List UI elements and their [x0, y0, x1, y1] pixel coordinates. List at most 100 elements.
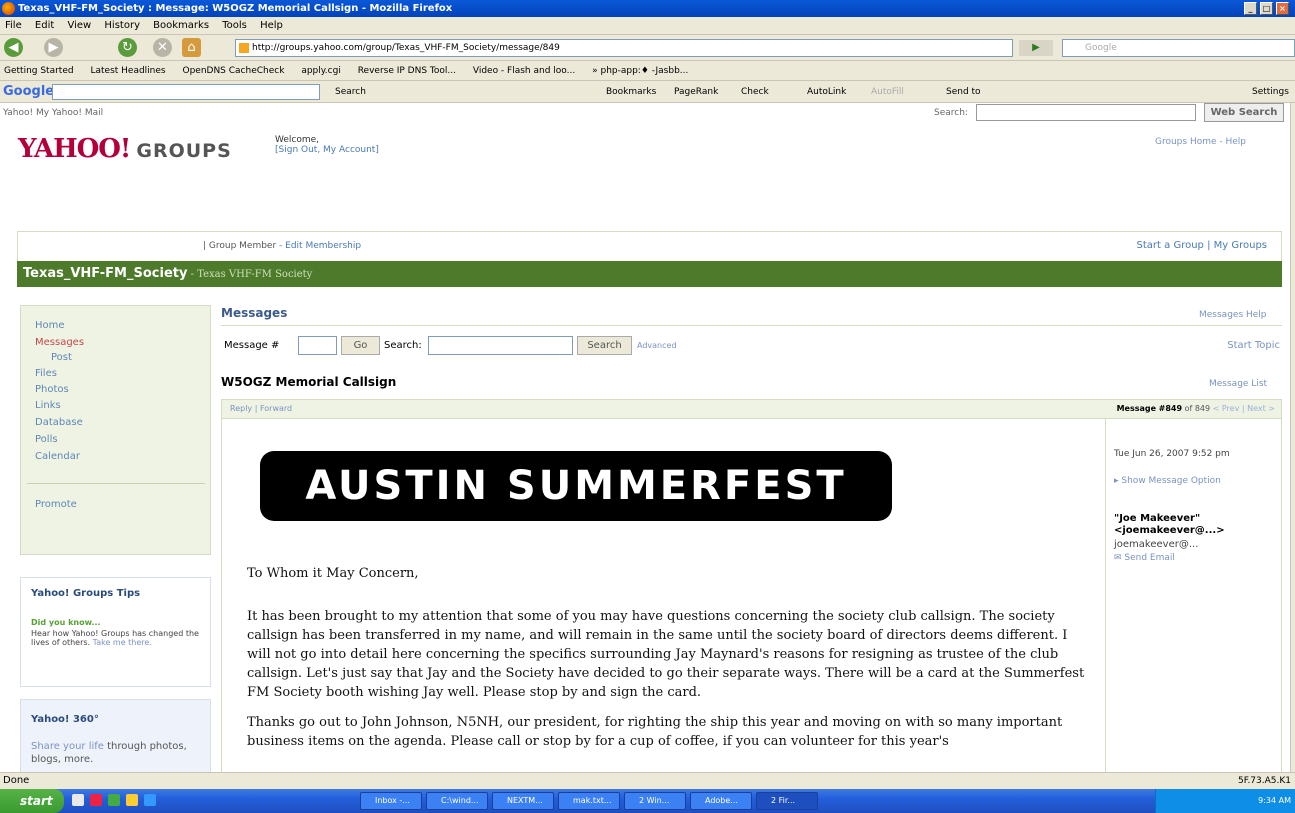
gt-autolink[interactable]: AutoLink [807, 81, 846, 102]
address-bar[interactable]: http://groups.yahoo.com/group/Texas_VHF-… [235, 39, 1013, 57]
membership-row: | Group Member - Edit Membership Start a… [17, 231, 1282, 261]
navigation-toolbar: ◀ ▶ ↻ ✕ ⌂ http://groups.yahoo.com/group/… [0, 35, 1295, 61]
sidebar-item-promote[interactable]: Promote [35, 499, 77, 510]
yahoo-top-bar: Yahoo! My Yahoo! Mail Search: Web Search [0, 103, 1290, 123]
browser-search-box[interactable]: Google [1062, 39, 1295, 57]
advanced-search-link[interactable]: Advanced [637, 335, 677, 357]
menu-bookmarks[interactable]: Bookmarks [153, 20, 209, 31]
task-firefox[interactable]: 2 Fir... [756, 792, 818, 810]
y360-title: Yahoo! 360° [31, 714, 99, 725]
bookmark-php-app[interactable]: » php-app:♦ -Jasbb... [592, 66, 688, 76]
status-text: Done [3, 775, 30, 786]
gt-bookmarks[interactable]: Bookmarks [606, 81, 656, 102]
yahoo-top-links[interactable]: Yahoo! My Yahoo! Mail [3, 103, 103, 123]
vertical-scrollbar[interactable] [1290, 103, 1295, 772]
task-windows[interactable]: 2 Win... [624, 792, 686, 810]
welcome-block: Welcome, [Sign Out, My Account] [275, 135, 379, 155]
quicklaunch-icon[interactable] [90, 794, 102, 806]
message-paragraph-2: Thanks go out to John Johnson, N5NH, our… [247, 715, 1063, 749]
groups-logo-text: GROUPS [136, 140, 232, 162]
summerfest-banner: AUSTIN SUMMERFEST 2007 [260, 451, 892, 579]
sidebar-item-polls[interactable]: Polls [35, 434, 58, 445]
message-author[interactable]: "Joe Makeever" <joemakeever@...> [1114, 513, 1279, 537]
gt-check[interactable]: Check [741, 81, 769, 102]
bookmark-reverse-ip[interactable]: Reverse IP DNS Tool... [358, 66, 456, 76]
prev-next-links[interactable]: < Prev | Next > [1213, 404, 1275, 413]
sidebar-item-post[interactable]: Post [51, 352, 72, 363]
sidebar-item-links[interactable]: Links [35, 400, 61, 411]
message-subject: W5OGZ Memorial Callsign [221, 375, 397, 389]
task-cmd[interactable]: C:\wind... [426, 792, 488, 810]
sidebar-item-photos[interactable]: Photos [35, 384, 69, 395]
menu-view[interactable]: View [67, 20, 91, 31]
y360-link[interactable]: Share your life [31, 741, 104, 752]
group-name[interactable]: Texas_VHF-FM_Society [23, 266, 187, 281]
show-message-option-link[interactable]: ▸ Show Message Option [1114, 476, 1221, 486]
message-counter-value: #849 [1158, 404, 1183, 413]
close-button[interactable]: × [1276, 2, 1289, 15]
message-list-link[interactable]: Message List [1209, 379, 1267, 389]
forward-icon[interactable]: ▶ [44, 38, 63, 57]
y360-body: Share your life through photos, blogs, m… [31, 740, 201, 766]
back-icon[interactable]: ◀ [4, 38, 23, 57]
menu-history[interactable]: History [104, 20, 140, 31]
task-mak-txt[interactable]: mak.txt... [558, 792, 620, 810]
quicklaunch-icon[interactable] [126, 794, 138, 806]
reply-forward-links[interactable]: Reply | Forward [230, 400, 292, 418]
home-icon[interactable]: ⌂ [182, 38, 201, 57]
message-meta-column: Tue Jun 26, 2007 9:52 pm ▸ Show Message … [1105, 419, 1282, 772]
message-search-button[interactable]: Search [577, 336, 632, 355]
tips-link[interactable]: Take me there. [90, 638, 152, 647]
sidebar-item-home[interactable]: Home [35, 320, 65, 331]
gt-autofill[interactable]: AutoFill [871, 81, 904, 102]
bookmark-opendns[interactable]: OpenDNS CacheCheck [182, 66, 284, 76]
sidebar-item-database[interactable]: Database [35, 417, 83, 428]
menu-tools[interactable]: Tools [222, 20, 247, 31]
stop-icon[interactable]: ✕ [153, 38, 172, 57]
reload-icon[interactable]: ↻ [118, 38, 137, 57]
edit-membership-link[interactable]: - Edit Membership [276, 241, 361, 251]
sidebar-item-calendar[interactable]: Calendar [35, 451, 80, 462]
message-number-input[interactable] [298, 336, 337, 355]
bookmark-latest-headlines[interactable]: Latest Headlines [90, 66, 165, 76]
bookmark-getting-started[interactable]: Getting Started [4, 66, 74, 76]
quicklaunch-icon[interactable] [108, 794, 120, 806]
yahoo-search-input[interactable] [976, 104, 1196, 121]
bookmark-apply-cgi[interactable]: apply.cgi [301, 66, 341, 76]
go-icon[interactable]: ▶ [1019, 40, 1053, 56]
groups-home-help-links[interactable]: Groups Home - Help [1155, 137, 1246, 147]
tips-did-you-know: Did you know... [31, 618, 101, 627]
start-group-links[interactable]: Start a Group | My Groups [1137, 232, 1267, 260]
menu-edit[interactable]: Edit [35, 20, 54, 31]
gt-sendto[interactable]: Send to [946, 81, 981, 102]
menu-file[interactable]: File [5, 20, 22, 31]
quicklaunch-icon[interactable] [72, 794, 84, 806]
message-body: AUSTIN SUMMERFEST 2007 To Whom it May Co… [221, 419, 1105, 772]
quicklaunch-icon[interactable] [144, 794, 156, 806]
bookmark-video[interactable]: Video - Flash and loo... [473, 66, 575, 76]
maximize-button[interactable]: □ [1260, 2, 1273, 15]
group-title-bar: Texas_VHF-FM_Society - Texas VHF-FM Soci… [17, 261, 1282, 287]
sidebar-item-files[interactable]: Files [35, 368, 57, 379]
send-email-link[interactable]: ✉ Send Email [1114, 553, 1175, 563]
task-inbox[interactable]: Inbox -... [360, 792, 422, 810]
gt-search[interactable]: Search [335, 81, 366, 102]
task-nextm[interactable]: NEXTM... [492, 792, 554, 810]
account-links[interactable]: [Sign Out, My Account] [275, 145, 379, 155]
message-search-input[interactable] [428, 336, 573, 355]
membership-status: | Group Member - Edit Membership [203, 232, 361, 260]
messages-help-link[interactable]: Messages Help [1199, 310, 1267, 320]
task-adobe[interactable]: Adobe... [690, 792, 752, 810]
start-button[interactable]: start [0, 789, 64, 813]
yahoo-groups-logo[interactable]: YAHOO! GROUPS [18, 134, 232, 164]
gt-settings[interactable]: Settings [1252, 81, 1289, 102]
google-toolbar-input[interactable] [52, 84, 320, 100]
sidebar-item-messages[interactable]: Messages [35, 337, 84, 348]
menu-help[interactable]: Help [260, 20, 283, 31]
go-button[interactable]: Go [341, 336, 380, 355]
minimize-button[interactable]: _ [1244, 2, 1257, 15]
web-search-button[interactable]: Web Search [1204, 103, 1284, 122]
gt-pagerank[interactable]: PageRank [674, 81, 718, 102]
start-topic-link[interactable]: Start Topic [1227, 335, 1280, 357]
author-email: joemakeever@... [1114, 539, 1199, 550]
